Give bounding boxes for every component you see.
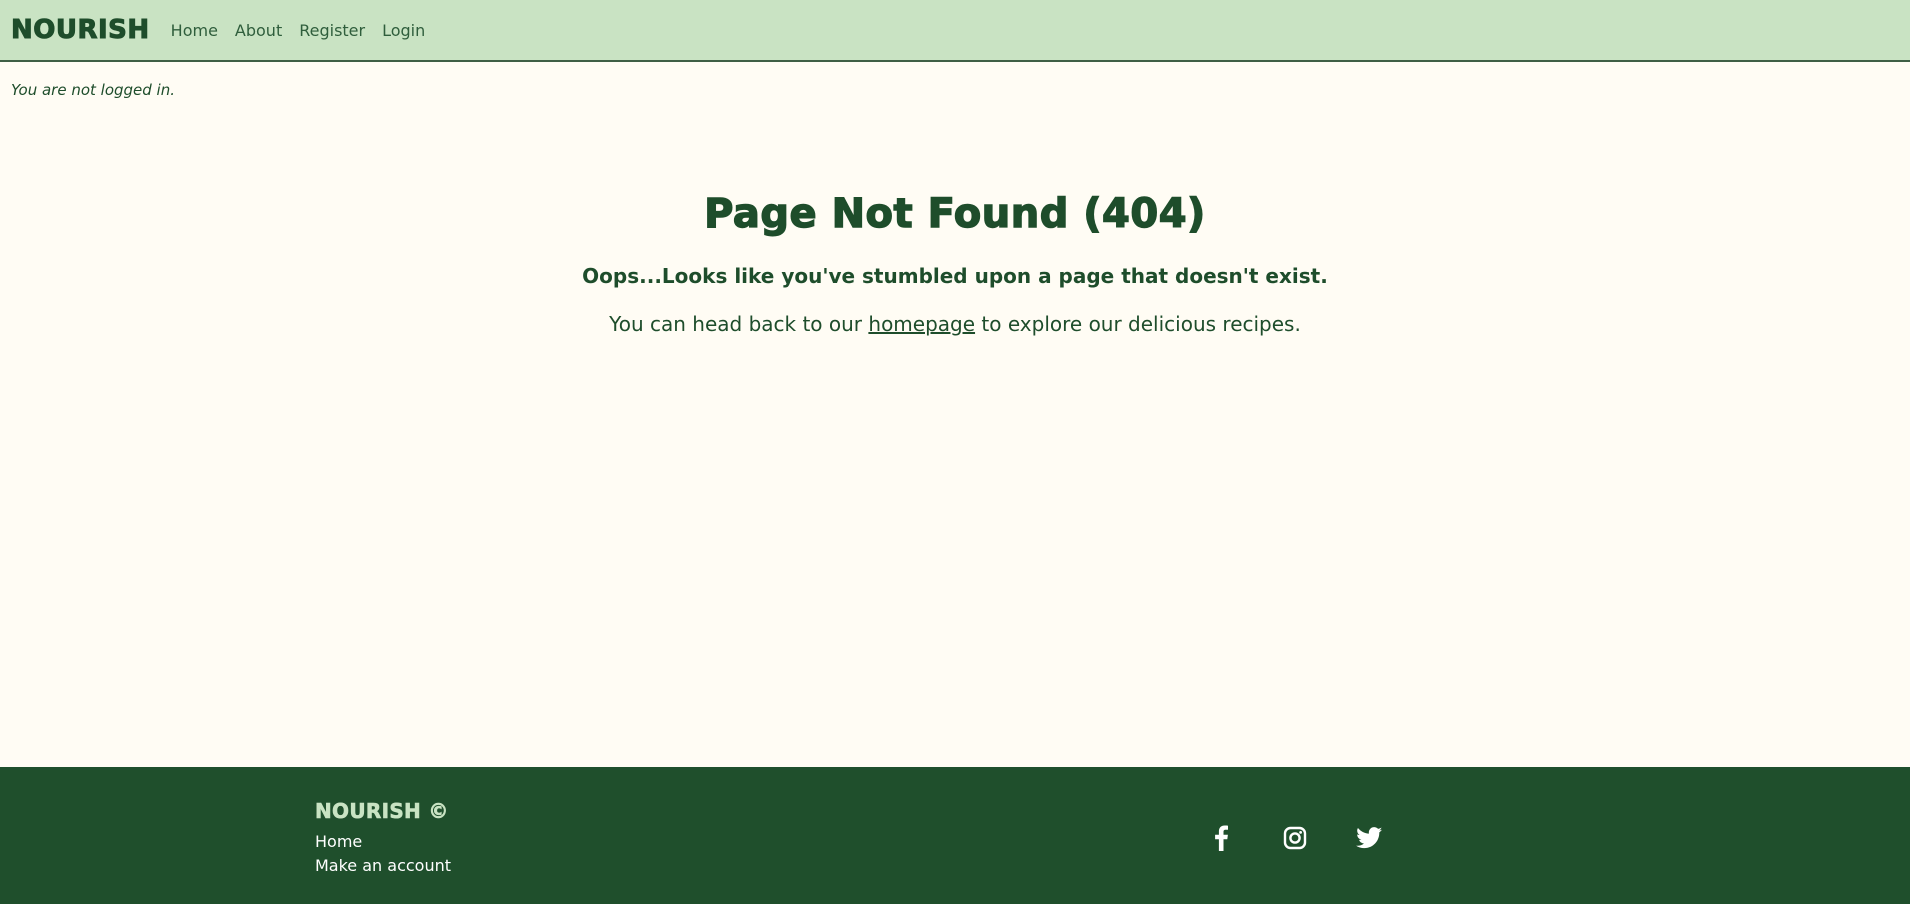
facebook-icon[interactable] xyxy=(1205,822,1237,854)
nav-link-login[interactable]: Login xyxy=(382,21,425,40)
body-text-before: You can head back to our xyxy=(609,312,869,336)
brand-logo[interactable]: NOURISH xyxy=(11,15,150,46)
social-links xyxy=(1205,822,1385,854)
footer-links: Home Make an account xyxy=(315,831,451,876)
footer: NOURISH © Home Make an account xyxy=(0,767,1910,904)
nav-link-about[interactable]: About xyxy=(235,21,282,40)
nav-link-home[interactable]: Home xyxy=(171,21,218,40)
navbar: NOURISH Home About Register Login xyxy=(0,0,1910,62)
main-content: Page Not Found (404) Oops...Looks like y… xyxy=(0,180,1910,338)
nav-link-register[interactable]: Register xyxy=(299,21,365,40)
footer-link-make-account[interactable]: Make an account xyxy=(315,855,451,876)
homepage-link[interactable]: homepage xyxy=(868,312,975,336)
twitter-icon[interactable] xyxy=(1353,822,1385,854)
error-subtitle: Oops...Looks like you've stumbled upon a… xyxy=(582,264,1328,288)
footer-brand: NOURISH © xyxy=(315,799,449,824)
page-title: Page Not Found (404) xyxy=(703,190,1206,237)
footer-link-home[interactable]: Home xyxy=(315,831,451,852)
page: NOURISH Home About Register Login You ar… xyxy=(0,0,1910,904)
nav-links: Home About Register Login xyxy=(171,21,426,40)
body-text-after: to explore our delicious recipes. xyxy=(975,312,1301,336)
error-body: You can head back to our homepage to exp… xyxy=(0,310,1910,338)
instagram-icon[interactable] xyxy=(1279,822,1311,854)
login-status: You are not logged in. xyxy=(11,81,176,99)
